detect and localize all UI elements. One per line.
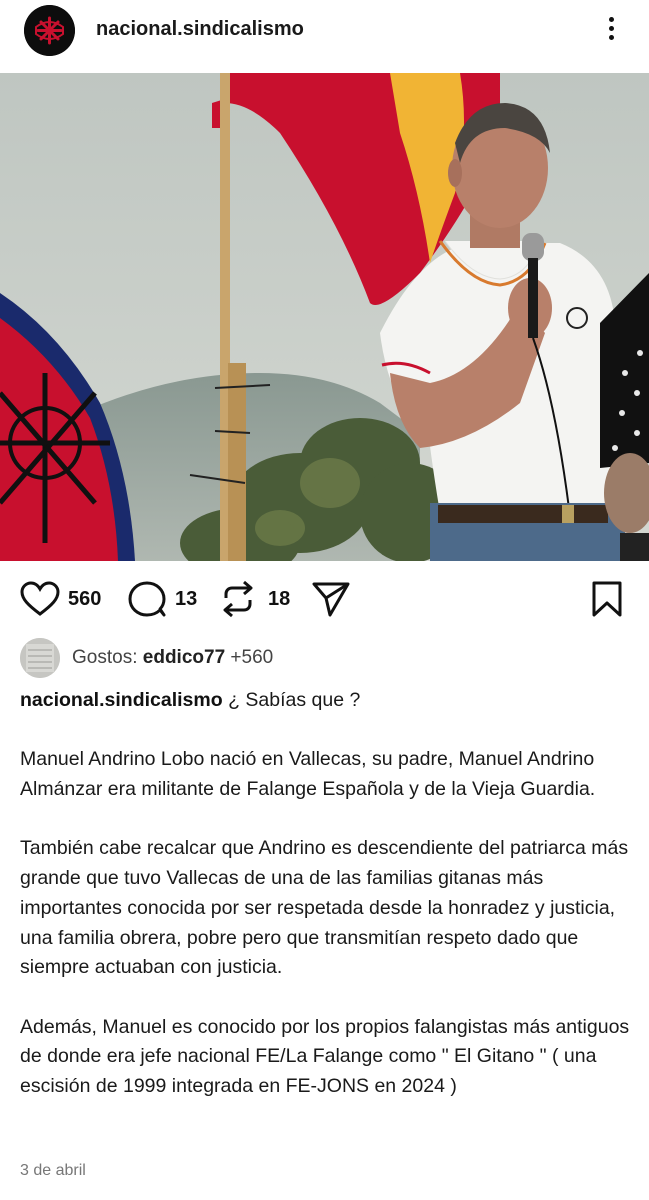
- post-caption: nacional.sindicalismo ¿ Sabías que ? Man…: [20, 686, 630, 1131]
- yoke-arrows-logo-icon: [24, 5, 75, 56]
- likes-prefix: Gostos:: [72, 647, 138, 668]
- share-button[interactable]: [311, 574, 351, 624]
- bookmark-icon: [592, 581, 622, 617]
- repost-icon: [223, 580, 253, 618]
- more-vertical-icon[interactable]: [596, 14, 626, 48]
- caption-paragraph-3: Además, Manuel es conocido por los propi…: [20, 1015, 630, 1098]
- likes-row[interactable]: Gostos: eddico77 +560: [20, 637, 273, 679]
- profile-avatar[interactable]: [24, 5, 75, 56]
- comment-icon: [128, 581, 166, 617]
- post-photo[interactable]: [0, 73, 649, 561]
- save-button[interactable]: [590, 574, 624, 624]
- repost-button[interactable]: 18: [220, 574, 290, 624]
- caption-first-line: nacional.sindicalismo ¿ Sabías que ?: [20, 686, 630, 716]
- like-button[interactable]: 560: [20, 574, 101, 624]
- send-icon: [312, 582, 350, 617]
- action-bar: 560 13 18: [0, 574, 649, 624]
- comment-count: 13: [175, 587, 198, 610]
- caption-intro: ¿ Sabías que ?: [222, 689, 361, 711]
- caption-username[interactable]: nacional.sindicalismo: [20, 689, 223, 711]
- speaker-at-rally-image: [0, 73, 649, 561]
- header-username[interactable]: nacional.sindicalismo: [96, 18, 304, 41]
- like-count: 560: [68, 587, 102, 610]
- post-date: 3 de abril: [20, 1162, 86, 1179]
- likes-summary: Gostos: eddico77 +560: [72, 647, 273, 669]
- post-header: nacional.sindicalismo: [0, 0, 649, 68]
- liker-username[interactable]: eddico77: [143, 647, 225, 668]
- avatar-photo-icon: [20, 638, 60, 678]
- liker-avatar: [20, 638, 60, 678]
- heart-icon: [20, 581, 60, 616]
- comment-button[interactable]: 13: [127, 574, 197, 624]
- caption-paragraph-2: También cabe recalcar que Andrino es des…: [20, 837, 629, 979]
- caption-paragraph-1: Manuel Andrino Lobo nació en Vallecas, s…: [20, 748, 596, 801]
- likes-suffix: +560: [230, 647, 274, 668]
- repost-count: 18: [268, 587, 291, 610]
